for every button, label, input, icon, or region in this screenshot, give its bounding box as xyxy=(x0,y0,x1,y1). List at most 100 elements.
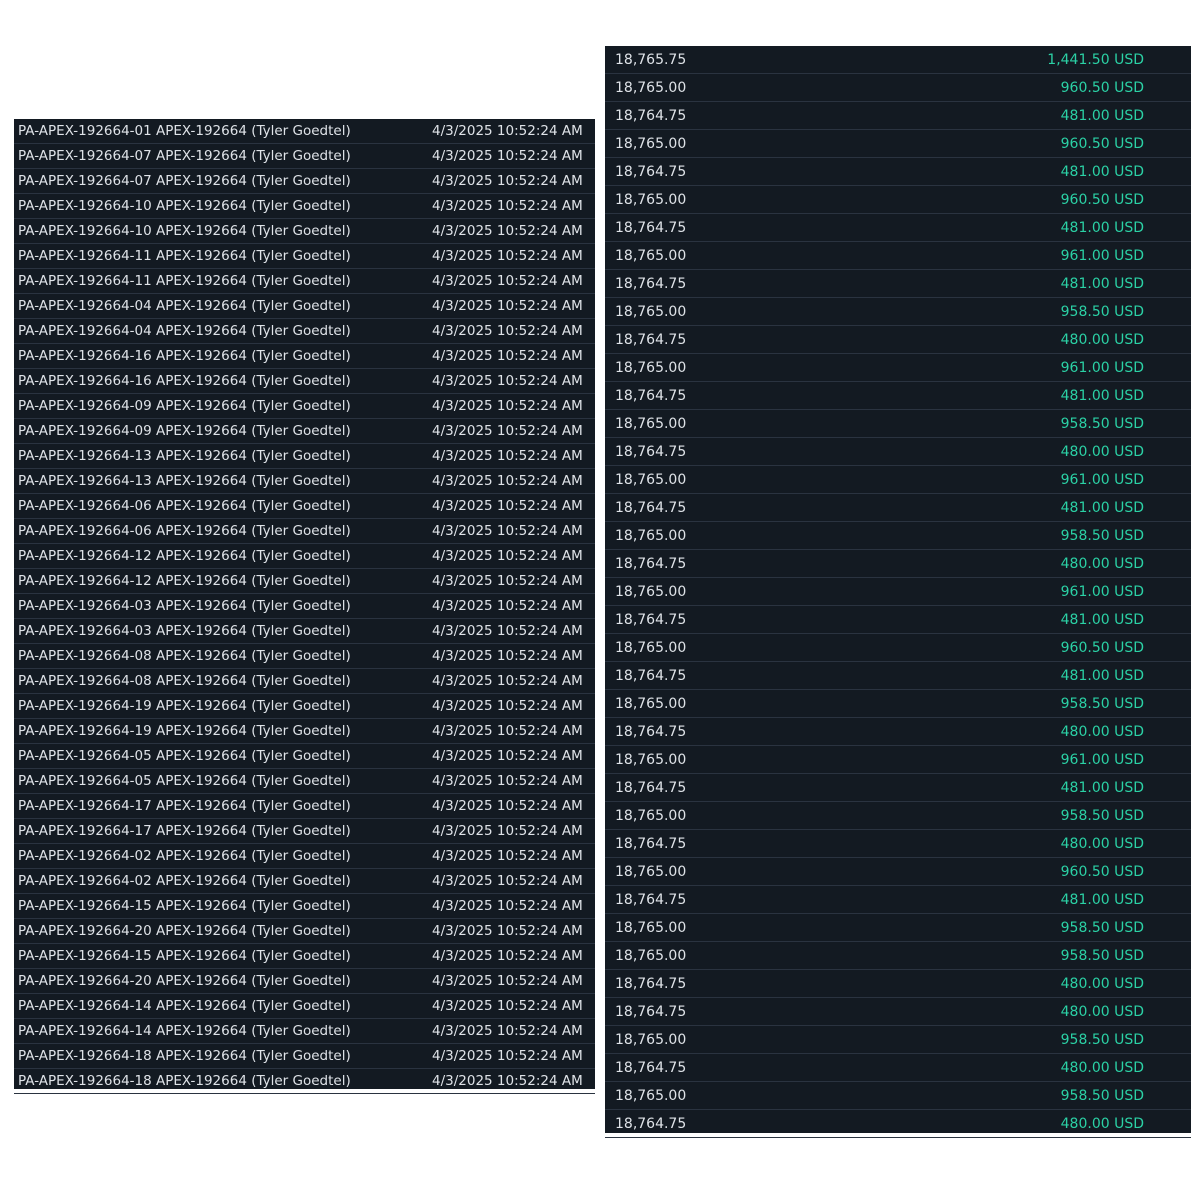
table-row[interactable]: PA-APEX-192664-07 APEX-192664 (Tyler Goe… xyxy=(14,169,595,194)
table-row[interactable]: 18,765.00 961.00 USD xyxy=(605,242,1191,270)
pnl-cell: 481.00 USD xyxy=(1060,219,1144,236)
table-row[interactable]: PA-APEX-192664-16 APEX-192664 (Tyler Goe… xyxy=(14,344,595,369)
table-row[interactable]: 18,764.75 481.00 USD xyxy=(605,102,1191,130)
account-cell: PA-APEX-192664-15 APEX-192664 (Tyler Goe… xyxy=(18,948,351,964)
table-row[interactable]: PA-APEX-192664-07 APEX-192664 (Tyler Goe… xyxy=(14,144,595,169)
account-cell: PA-APEX-192664-09 APEX-192664 (Tyler Goe… xyxy=(18,423,351,439)
table-row[interactable]: PA-APEX-192664-12 APEX-192664 (Tyler Goe… xyxy=(14,569,595,594)
account-cell: PA-APEX-192664-08 APEX-192664 (Tyler Goe… xyxy=(18,648,351,664)
table-row[interactable]: 18,765.00 958.50 USD xyxy=(605,942,1191,970)
table-row[interactable]: 18,765.00 958.50 USD xyxy=(605,914,1191,942)
account-cell: PA-APEX-192664-04 APEX-192664 (Tyler Goe… xyxy=(18,323,351,339)
table-row[interactable]: 18,764.75 481.00 USD xyxy=(605,158,1191,186)
table-row[interactable]: PA-APEX-192664-19 APEX-192664 (Tyler Goe… xyxy=(14,694,595,719)
account-cell: PA-APEX-192664-08 APEX-192664 (Tyler Goe… xyxy=(18,673,351,689)
table-row[interactable]: PA-APEX-192664-05 APEX-192664 (Tyler Goe… xyxy=(14,769,595,794)
table-row[interactable]: PA-APEX-192664-17 APEX-192664 (Tyler Goe… xyxy=(14,794,595,819)
account-cell: PA-APEX-192664-05 APEX-192664 (Tyler Goe… xyxy=(18,748,351,764)
table-row[interactable]: PA-APEX-192664-06 APEX-192664 (Tyler Goe… xyxy=(14,519,595,544)
pnl-cell: 480.00 USD xyxy=(1060,555,1144,572)
table-row[interactable]: 18,765.00 958.50 USD xyxy=(605,410,1191,438)
table-row[interactable]: 18,764.75 481.00 USD xyxy=(605,886,1191,914)
table-row[interactable]: 18,764.75 481.00 USD xyxy=(605,214,1191,242)
table-row[interactable]: PA-APEX-192664-14 APEX-192664 (Tyler Goe… xyxy=(14,1019,595,1044)
pnl-cell: 480.00 USD xyxy=(1060,1115,1144,1132)
price-cell: 18,764.75 xyxy=(615,499,687,516)
table-row[interactable]: 18,764.75 480.00 USD xyxy=(605,326,1191,354)
table-row[interactable]: 18,765.00 958.50 USD xyxy=(605,802,1191,830)
table-row[interactable]: 18,764.75 481.00 USD xyxy=(605,270,1191,298)
table-row[interactable]: 18,765.00 958.50 USD xyxy=(605,1026,1191,1054)
table-row[interactable]: PA-APEX-192664-11 APEX-192664 (Tyler Goe… xyxy=(14,244,595,269)
table-row[interactable]: PA-APEX-192664-11 APEX-192664 (Tyler Goe… xyxy=(14,269,595,294)
table-row[interactable]: PA-APEX-192664-06 APEX-192664 (Tyler Goe… xyxy=(14,494,595,519)
price-cell: 18,765.00 xyxy=(615,247,687,264)
table-row[interactable]: 18,764.75 481.00 USD xyxy=(605,382,1191,410)
table-row[interactable]: PA-APEX-192664-02 APEX-192664 (Tyler Goe… xyxy=(14,869,595,894)
table-row[interactable]: PA-APEX-192664-09 APEX-192664 (Tyler Goe… xyxy=(14,419,595,444)
table-row[interactable]: 18,764.75 481.00 USD xyxy=(605,494,1191,522)
time-cell: 4/3/2025 10:52:24 AM xyxy=(432,1073,583,1089)
table-row[interactable]: PA-APEX-192664-20 APEX-192664 (Tyler Goe… xyxy=(14,919,595,944)
table-row[interactable]: 18,764.75 480.00 USD xyxy=(605,550,1191,578)
table-row[interactable]: PA-APEX-192664-19 APEX-192664 (Tyler Goe… xyxy=(14,719,595,744)
table-row[interactable]: PA-APEX-192664-03 APEX-192664 (Tyler Goe… xyxy=(14,619,595,644)
table-row[interactable]: PA-APEX-192664-10 APEX-192664 (Tyler Goe… xyxy=(14,194,595,219)
table-row[interactable]: 18,765.00 960.50 USD xyxy=(605,74,1191,102)
table-row[interactable]: 18,765.00 961.00 USD xyxy=(605,578,1191,606)
table-row[interactable]: 18,764.75 480.00 USD xyxy=(605,970,1191,998)
table-row[interactable]: 18,765.00 958.50 USD xyxy=(605,298,1191,326)
table-row[interactable]: 18,765.00 958.50 USD xyxy=(605,522,1191,550)
table-row[interactable]: 18,764.75 480.00 USD xyxy=(605,1110,1191,1138)
table-row[interactable]: 18,765.75 1,441.50 USD xyxy=(605,46,1191,74)
time-cell: 4/3/2025 10:52:24 AM xyxy=(432,773,583,789)
table-row[interactable]: PA-APEX-192664-01 APEX-192664 (Tyler Goe… xyxy=(14,119,595,144)
table-row[interactable]: 18,764.75 480.00 USD xyxy=(605,830,1191,858)
table-row[interactable]: PA-APEX-192664-05 APEX-192664 (Tyler Goe… xyxy=(14,744,595,769)
time-cell: 4/3/2025 10:52:24 AM xyxy=(432,323,583,339)
table-row[interactable]: PA-APEX-192664-08 APEX-192664 (Tyler Goe… xyxy=(14,669,595,694)
table-row[interactable]: PA-APEX-192664-04 APEX-192664 (Tyler Goe… xyxy=(14,319,595,344)
table-row[interactable]: 18,765.00 961.00 USD xyxy=(605,466,1191,494)
table-row[interactable]: 18,764.75 480.00 USD xyxy=(605,998,1191,1026)
table-row[interactable]: 18,765.00 961.00 USD xyxy=(605,354,1191,382)
table-row[interactable]: PA-APEX-192664-18 APEX-192664 (Tyler Goe… xyxy=(14,1044,595,1069)
account-cell: PA-APEX-192664-07 APEX-192664 (Tyler Goe… xyxy=(18,148,351,164)
table-row[interactable]: PA-APEX-192664-08 APEX-192664 (Tyler Goe… xyxy=(14,644,595,669)
table-row[interactable]: PA-APEX-192664-09 APEX-192664 (Tyler Goe… xyxy=(14,394,595,419)
table-row[interactable]: 18,765.00 960.50 USD xyxy=(605,634,1191,662)
pnl-cell: 480.00 USD xyxy=(1060,723,1144,740)
table-row[interactable]: 18,765.00 961.00 USD xyxy=(605,746,1191,774)
table-row[interactable]: PA-APEX-192664-20 APEX-192664 (Tyler Goe… xyxy=(14,969,595,994)
table-row[interactable]: PA-APEX-192664-12 APEX-192664 (Tyler Goe… xyxy=(14,544,595,569)
table-row[interactable]: PA-APEX-192664-15 APEX-192664 (Tyler Goe… xyxy=(14,894,595,919)
table-row[interactable]: 18,765.00 960.50 USD xyxy=(605,130,1191,158)
table-row[interactable]: PA-APEX-192664-04 APEX-192664 (Tyler Goe… xyxy=(14,294,595,319)
table-row[interactable]: PA-APEX-192664-15 APEX-192664 (Tyler Goe… xyxy=(14,944,595,969)
time-cell: 4/3/2025 10:52:24 AM xyxy=(432,748,583,764)
table-row[interactable]: PA-APEX-192664-13 APEX-192664 (Tyler Goe… xyxy=(14,469,595,494)
table-row[interactable]: PA-APEX-192664-03 APEX-192664 (Tyler Goe… xyxy=(14,594,595,619)
price-cell: 18,764.75 xyxy=(615,1115,687,1132)
table-row[interactable]: 18,765.00 960.50 USD xyxy=(605,186,1191,214)
table-row[interactable]: PA-APEX-192664-02 APEX-192664 (Tyler Goe… xyxy=(14,844,595,869)
account-cell: PA-APEX-192664-10 APEX-192664 (Tyler Goe… xyxy=(18,198,351,214)
table-row[interactable]: 18,764.75 481.00 USD xyxy=(605,774,1191,802)
table-row[interactable]: 18,764.75 481.00 USD xyxy=(605,606,1191,634)
table-row[interactable]: 18,765.00 958.50 USD xyxy=(605,690,1191,718)
table-row[interactable]: PA-APEX-192664-17 APEX-192664 (Tyler Goe… xyxy=(14,819,595,844)
table-row[interactable]: 18,764.75 480.00 USD xyxy=(605,438,1191,466)
table-row[interactable]: PA-APEX-192664-13 APEX-192664 (Tyler Goe… xyxy=(14,444,595,469)
table-row[interactable]: 18,765.00 960.50 USD xyxy=(605,858,1191,886)
account-cell: PA-APEX-192664-01 APEX-192664 (Tyler Goe… xyxy=(18,123,351,139)
table-row[interactable]: PA-APEX-192664-18 APEX-192664 (Tyler Goe… xyxy=(14,1069,595,1094)
account-cell: PA-APEX-192664-06 APEX-192664 (Tyler Goe… xyxy=(18,498,351,514)
price-cell: 18,764.75 xyxy=(615,779,687,796)
table-row[interactable]: 18,764.75 481.00 USD xyxy=(605,662,1191,690)
table-row[interactable]: PA-APEX-192664-14 APEX-192664 (Tyler Goe… xyxy=(14,994,595,1019)
table-row[interactable]: 18,764.75 480.00 USD xyxy=(605,718,1191,746)
table-row[interactable]: 18,765.00 958.50 USD xyxy=(605,1082,1191,1110)
table-row[interactable]: 18,764.75 480.00 USD xyxy=(605,1054,1191,1082)
table-row[interactable]: PA-APEX-192664-10 APEX-192664 (Tyler Goe… xyxy=(14,219,595,244)
table-row[interactable]: PA-APEX-192664-16 APEX-192664 (Tyler Goe… xyxy=(14,369,595,394)
